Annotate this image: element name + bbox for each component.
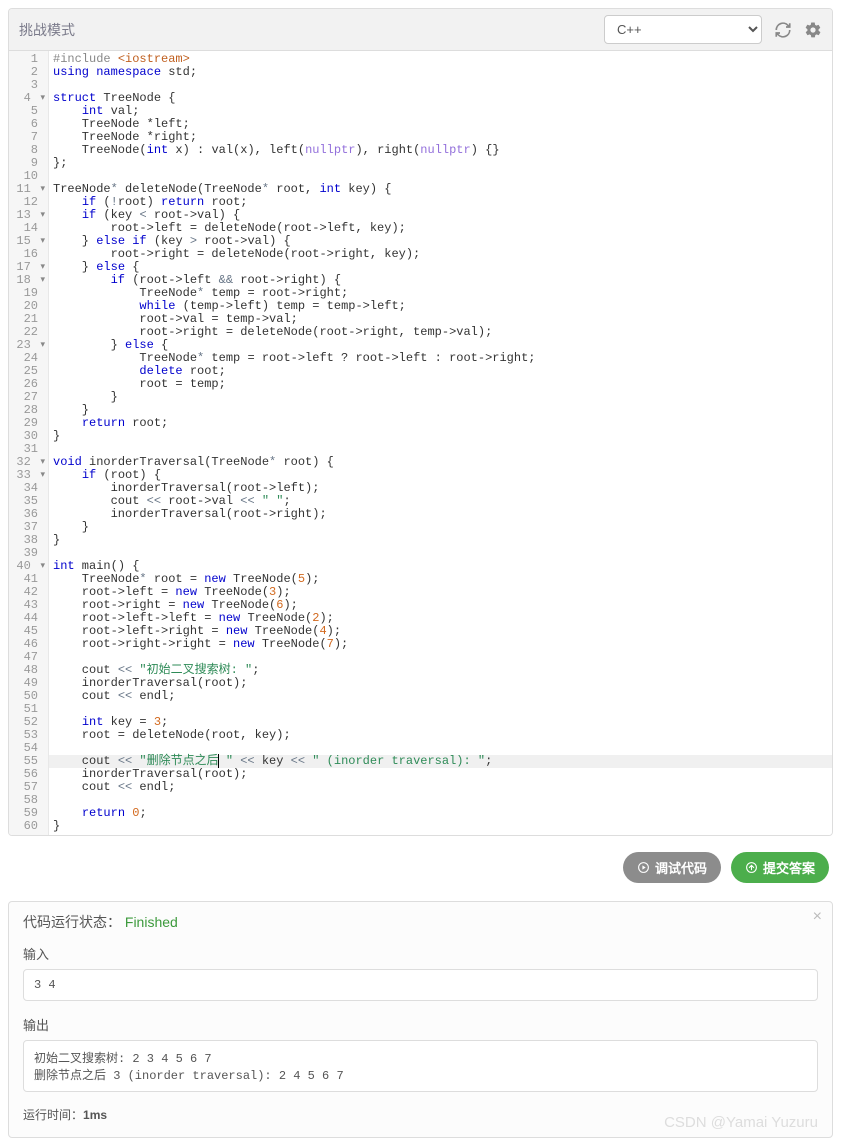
output-box: 初始二叉搜索树: 2 3 4 5 6 7 删除节点之后 3 (inorder t… (23, 1040, 818, 1092)
result-body: 输入 3 4 输出 初始二叉搜索树: 2 3 4 5 6 7 删除节点之后 3 … (9, 932, 832, 1137)
status-label: 代码运行状态： (23, 914, 121, 930)
code-line[interactable]: cout << endl; (53, 690, 828, 703)
line-number: 60 (9, 820, 42, 833)
code-line[interactable] (53, 703, 828, 716)
refresh-icon[interactable] (774, 21, 792, 39)
code-line[interactable]: return root; (53, 417, 828, 430)
code-line[interactable]: } (53, 391, 828, 404)
close-icon[interactable]: × (813, 908, 822, 926)
code-line[interactable]: root->right = deleteNode(root->right, ke… (53, 248, 828, 261)
line-gutter: 1234 ▾567891011 ▾1213 ▾1415 ▾1617 ▾18 ▾1… (9, 51, 49, 835)
editor-panel: 挑战模式 C++ 1234 ▾567891011 ▾1213 ▾1415 ▾16… (8, 8, 833, 836)
code-line[interactable]: inorderTraversal(root->right); (53, 508, 828, 521)
gear-icon[interactable] (804, 21, 822, 39)
code-content[interactable]: #include <iostream>using namespace std;s… (49, 51, 832, 835)
debug-button[interactable]: 调试代码 (623, 852, 721, 883)
code-line[interactable]: } (53, 534, 828, 547)
code-editor[interactable]: 1234 ▾567891011 ▾1213 ▾1415 ▾1617 ▾18 ▾1… (9, 51, 832, 835)
code-line[interactable]: root->right->right = new TreeNode(7); (53, 638, 828, 651)
runtime: 运行时间：1ms (23, 1106, 818, 1123)
editor-header: 挑战模式 C++ (9, 9, 832, 51)
code-line[interactable]: } (53, 521, 828, 534)
status-value: Finished (125, 914, 178, 930)
runtime-label: 运行时间： (23, 1108, 83, 1122)
header-controls: C++ (604, 15, 822, 44)
code-line[interactable]: using namespace std; (53, 66, 828, 79)
code-line[interactable]: }; (53, 157, 828, 170)
code-line[interactable] (53, 547, 828, 560)
debug-button-label: 调试代码 (655, 858, 707, 877)
code-line[interactable] (53, 794, 828, 807)
code-line[interactable]: void inorderTraversal(TreeNode* root) { (53, 456, 828, 469)
code-line[interactable]: return 0; (53, 807, 828, 820)
action-row: 调试代码 提交答案 (0, 844, 841, 897)
code-line[interactable]: cout << endl; (53, 781, 828, 794)
code-line[interactable]: } (53, 430, 828, 443)
code-line[interactable]: } (53, 820, 828, 833)
code-line[interactable]: root = deleteNode(root, key); (53, 729, 828, 742)
code-line[interactable]: root = temp; (53, 378, 828, 391)
runtime-value: 1ms (83, 1108, 107, 1122)
code-line[interactable]: root->right = deleteNode(root->right, te… (53, 326, 828, 339)
input-label: 输入 (23, 944, 818, 963)
language-select[interactable]: C++ (604, 15, 762, 44)
output-label: 输出 (23, 1015, 818, 1034)
result-header: 代码运行状态： Finished (9, 902, 832, 932)
submit-button-label: 提交答案 (763, 858, 815, 877)
result-panel: × 代码运行状态： Finished 输入 3 4 输出 初始二叉搜索树: 2 … (8, 901, 833, 1138)
mode-label: 挑战模式 (19, 20, 75, 40)
code-line[interactable]: } (53, 404, 828, 417)
input-box: 3 4 (23, 969, 818, 1001)
submit-button[interactable]: 提交答案 (731, 852, 829, 883)
code-line[interactable]: TreeNode(int x) : val(x), left(nullptr),… (53, 144, 828, 157)
code-line[interactable]: struct TreeNode { (53, 92, 828, 105)
